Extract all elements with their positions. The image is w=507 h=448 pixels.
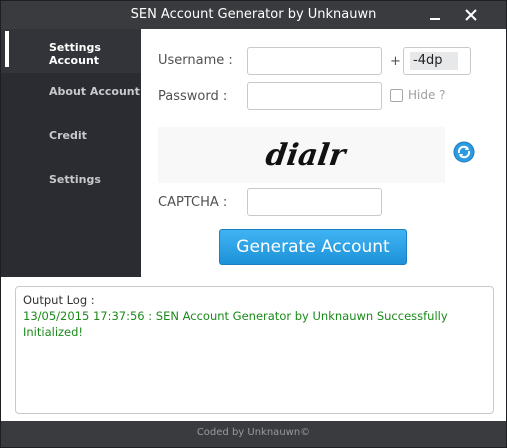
password-input[interactable] (247, 82, 382, 110)
close-icon (465, 9, 477, 21)
settings-account-panel: Username : + -4dp Password : Hide ? dial… (141, 29, 506, 277)
username-input[interactable] (247, 47, 382, 75)
refresh-captcha-button[interactable] (453, 141, 475, 163)
footer-credit: Coded by Unknauwn© (196, 427, 311, 438)
title-bar: SEN Account Generator by Unknauwn (1, 1, 506, 29)
suffix-field[interactable]: -4dp (403, 47, 471, 75)
output-log[interactable]: Output Log : 13/05/2015 17:37:56 : SEN A… (15, 286, 494, 414)
password-label: Password : (158, 89, 228, 104)
generate-account-button[interactable]: Generate Account (219, 229, 407, 265)
sidebar-item-label: Settings (49, 173, 101, 186)
output-log-title: Output Log : (23, 293, 95, 307)
sidebar-item-label: Credit (49, 129, 87, 142)
sidebar-item-settings[interactable]: Settings (1, 161, 141, 205)
footer: Coded by Unknauwn© (1, 421, 506, 447)
sidebar-item-about-account[interactable]: About Account (1, 73, 141, 117)
sidebar: Settings Account About Account Credit Se… (1, 29, 141, 277)
suffix-value: -4dp (410, 52, 458, 70)
captcha-input[interactable] (247, 188, 382, 216)
sidebar-item-label: About Account (49, 85, 140, 98)
hide-password-checkbox[interactable] (390, 89, 403, 102)
captcha-text: dialr (264, 138, 350, 173)
sidebar-item-settings-account[interactable]: Settings Account (1, 29, 141, 73)
hide-password-label: Hide ? (408, 88, 446, 102)
sidebar-item-credit[interactable]: Credit (1, 117, 141, 161)
close-button[interactable] (461, 6, 481, 24)
captcha-label: CAPTCHA : (158, 195, 228, 210)
sidebar-item-label: Settings Account (49, 41, 101, 67)
plus-sign: + (390, 54, 401, 69)
username-label: Username : (158, 53, 233, 68)
minimize-icon (430, 18, 440, 20)
refresh-icon (453, 141, 475, 163)
minimize-button[interactable] (425, 6, 445, 24)
output-log-area: Output Log : 13/05/2015 17:37:56 : SEN A… (1, 277, 506, 421)
captcha-image: dialr (158, 127, 445, 183)
app-window: SEN Account Generator by Unknauwn Settin… (0, 0, 507, 448)
output-log-message: 13/05/2015 17:37:56 : SEN Account Genera… (23, 309, 448, 339)
